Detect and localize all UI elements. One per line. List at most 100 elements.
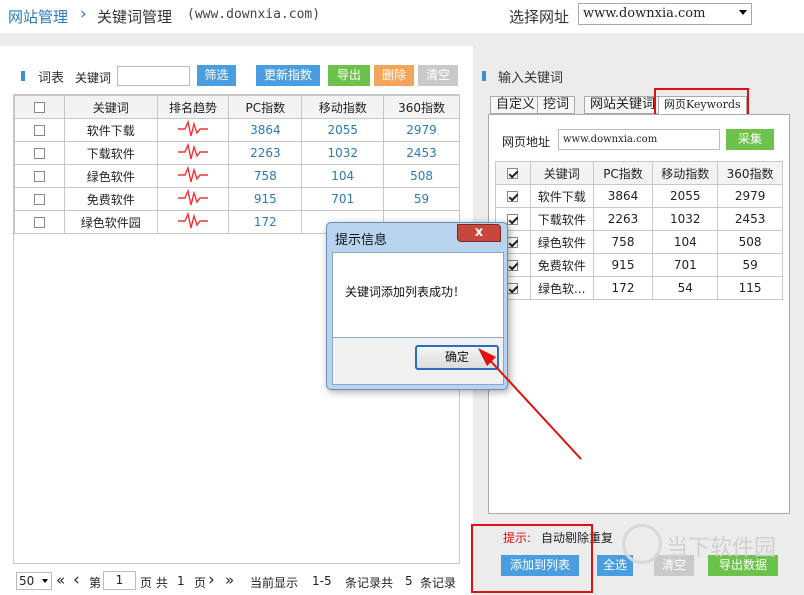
- page-prefix: 第: [89, 576, 102, 590]
- breadcrumb-root[interactable]: 网站管理: [8, 6, 68, 27]
- pc-index-cell: 172: [228, 210, 303, 234]
- row-checkbox[interactable]: [507, 237, 519, 248]
- table-row[interactable]: 软件下载 3864 2055 2979: [14, 118, 460, 142]
- table-row[interactable]: 免费软件 915 701 59: [495, 253, 783, 277]
- collect-button[interactable]: 采集: [726, 129, 774, 150]
- input-keywords-title: 输入关键词: [498, 71, 564, 86]
- pc-index-cell: 915: [228, 187, 303, 211]
- page-url-label: 网页地址: [502, 135, 551, 149]
- mobile-index-cell: 1032: [301, 141, 385, 165]
- pc-index-cell: 172: [592, 276, 654, 300]
- tab-site-keywords[interactable]: 网站关键词: [584, 96, 662, 114]
- column-header: 关键词: [63, 95, 158, 119]
- column-header: 移动指数: [652, 161, 719, 185]
- prev-page-icon[interactable]: ‹: [73, 570, 80, 590]
- highlight-box: [654, 88, 749, 116]
- section-marker-icon: [482, 71, 486, 81]
- table-row[interactable]: 绿色软件 758 104 508: [14, 164, 460, 188]
- pc-index-cell: 3864: [592, 184, 654, 208]
- watermark-text: 当下软件园: [666, 536, 777, 561]
- pc-index-cell: 2263: [592, 207, 654, 231]
- breadcrumb-separator: ›: [80, 4, 87, 24]
- trend-icon[interactable]: [156, 118, 230, 142]
- keyword-cell: 下载软件: [529, 207, 594, 231]
- tab-dig-words[interactable]: 挖词: [537, 96, 576, 114]
- select-all-checkbox-cell[interactable]: [495, 161, 531, 185]
- mobile-index-cell: 701: [652, 253, 719, 277]
- table-row[interactable]: 软件下载 3864 2055 2979: [495, 184, 783, 208]
- trend-icon[interactable]: [156, 187, 230, 211]
- trend-icon[interactable]: [156, 164, 230, 188]
- pc-index-cell: 915: [592, 253, 654, 277]
- current-display-label: 当前显示: [250, 576, 299, 590]
- keyword-cell: 绿色软...: [529, 276, 594, 300]
- page-number-input[interactable]: 1: [103, 571, 136, 590]
- select-all-checkbox[interactable]: [33, 102, 45, 113]
- keyword-cell: 下载软件: [63, 141, 158, 165]
- keyword-cell: 绿色软件: [529, 230, 594, 254]
- row-checkbox[interactable]: [33, 217, 45, 228]
- row-checkbox[interactable]: [507, 260, 519, 271]
- mobile-index-cell: 701: [301, 187, 385, 211]
- clear-button[interactable]: 清空: [418, 65, 458, 86]
- header-divider: [0, 33, 804, 46]
- dialog-title: 提示信息: [335, 233, 388, 248]
- annotation-arrow-icon: [478, 348, 582, 460]
- pc-index-cell: 758: [592, 230, 654, 254]
- row-checkbox[interactable]: [507, 283, 519, 294]
- table-row[interactable]: 绿色软... 172 54 115: [495, 276, 783, 300]
- word-list-table: 关键词 排名趋势 PC指数 移动指数 360指数 软件下载 3864 2055 …: [14, 95, 460, 234]
- word-list-title: 词表: [38, 71, 65, 86]
- keyword-filter-input[interactable]: [117, 66, 190, 86]
- keyword-cell: 免费软件: [63, 187, 158, 211]
- site-select[interactable]: www.downxia.com: [578, 3, 752, 25]
- chevron-down-icon: [42, 579, 48, 583]
- trend-icon[interactable]: [156, 141, 230, 165]
- table-row[interactable]: 免费软件 915 701 59: [14, 187, 460, 211]
- site-select-label: 选择网址: [509, 8, 570, 26]
- table-row[interactable]: 下载软件 2263 1032 2453: [495, 207, 783, 231]
- tab-custom[interactable]: 自定义: [490, 96, 542, 114]
- table-row[interactable]: 绿色软件 758 104 508: [495, 230, 783, 254]
- first-page-icon[interactable]: «: [56, 571, 65, 589]
- 360-index-cell: 59: [717, 253, 783, 277]
- chevron-down-icon: [739, 10, 747, 15]
- select-all-checkbox-cell[interactable]: [14, 95, 65, 119]
- dialog-close-button[interactable]: x: [457, 224, 501, 242]
- row-checkbox[interactable]: [33, 148, 45, 159]
- page-size-select[interactable]: 50: [16, 572, 52, 590]
- row-checkbox[interactable]: [507, 214, 519, 225]
- row-checkbox[interactable]: [33, 171, 45, 182]
- dialog-message: 关键词添加列表成功！: [345, 285, 466, 299]
- pc-index-cell: 3864: [228, 118, 303, 142]
- pc-index-cell: 2263: [228, 141, 303, 165]
- page-size-value: 50: [19, 574, 35, 588]
- pc-index-cell: 758: [228, 164, 303, 188]
- page-unit: 页: [194, 576, 207, 590]
- current-range: 1-5: [312, 574, 332, 588]
- watermark-logo-icon: [622, 524, 662, 564]
- last-page-icon[interactable]: »: [225, 571, 234, 589]
- keyword-cell: 软件下载: [529, 184, 594, 208]
- column-header: 关键词: [529, 161, 594, 185]
- table-row[interactable]: 下载软件 2263 1032 2453: [14, 141, 460, 165]
- select-all-checkbox[interactable]: [507, 168, 519, 179]
- export-button[interactable]: 导出: [328, 65, 370, 86]
- mobile-index-cell: 2055: [301, 118, 385, 142]
- row-checkbox[interactable]: [33, 194, 45, 205]
- filter-button[interactable]: 筛选: [197, 65, 236, 86]
- breadcrumb-url: (www.downxia.com): [187, 7, 321, 22]
- page-url-input[interactable]: www.downxia.com: [558, 129, 720, 150]
- delete-button[interactable]: 删除: [374, 65, 414, 86]
- column-header: PC指数: [228, 95, 303, 119]
- keyword-cell: 免费软件: [529, 253, 594, 277]
- mobile-index-cell: 54: [652, 276, 719, 300]
- trend-icon[interactable]: [156, 210, 230, 234]
- column-header: 排名趋势: [156, 95, 230, 119]
- update-index-button[interactable]: 更新指数: [256, 65, 320, 86]
- row-checkbox[interactable]: [507, 191, 519, 202]
- highlight-box: [471, 524, 593, 593]
- row-checkbox[interactable]: [33, 125, 45, 136]
- mobile-index-cell: 1032: [652, 207, 719, 231]
- next-page-icon[interactable]: ›: [208, 570, 215, 590]
